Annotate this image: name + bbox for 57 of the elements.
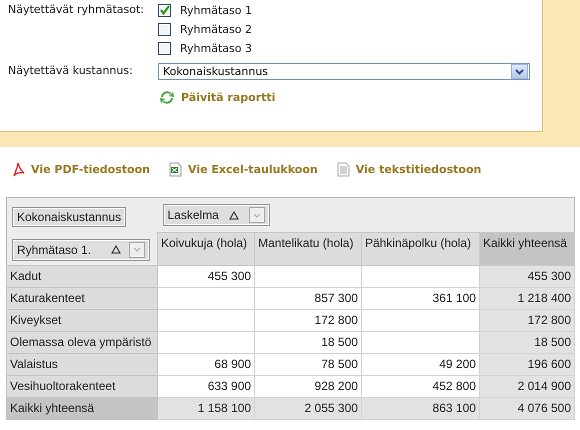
export-link[interactable]: Vie tekstitiedostoon bbox=[336, 159, 482, 179]
table-cell: 2 014 900 bbox=[479, 375, 574, 397]
row-field-chip[interactable]: Ryhmätaso 1. bbox=[12, 238, 150, 260]
pdf-icon bbox=[12, 162, 25, 176]
sort-icon bbox=[228, 210, 239, 220]
table-cell: 455 300 bbox=[479, 265, 574, 287]
table-cell: 452 800 bbox=[361, 375, 480, 397]
table-cell: 18 500 bbox=[254, 331, 362, 353]
table-cell: 196 600 bbox=[479, 353, 574, 375]
export-link[interactable]: Vie PDF-tiedostoon bbox=[12, 159, 150, 179]
field-label: Näytettävät ryhmätasot: bbox=[8, 2, 145, 18]
checkbox[interactable] bbox=[158, 23, 171, 36]
table-cell: 2 055 300 bbox=[254, 397, 362, 419]
column-field-chip[interactable]: Laskelma bbox=[162, 204, 270, 226]
row-header: Kaikki yhteensä bbox=[6, 397, 158, 419]
row-header: Kadut bbox=[6, 265, 158, 287]
table-cell: 49 200 bbox=[361, 353, 480, 375]
table-cell: 4 076 500 bbox=[479, 397, 574, 419]
column-header: Pähkinäpolku (hola) bbox=[361, 232, 480, 265]
caret-icon bbox=[133, 247, 141, 252]
checkbox-label: Ryhmätaso 2 bbox=[180, 23, 252, 36]
row-header: Katurakenteet bbox=[6, 287, 158, 309]
table-cell: 633 900 bbox=[158, 375, 255, 397]
column-header: Kaikki yhteensä bbox=[479, 232, 574, 265]
table-cell: 928 200 bbox=[254, 375, 362, 397]
table-cell: 172 800 bbox=[479, 309, 574, 331]
column-header: Koivukuja (hola) bbox=[158, 232, 255, 265]
table-cell: 78 500 bbox=[254, 353, 362, 375]
row-header: Valaistus bbox=[6, 353, 158, 375]
table-cell: 857 300 bbox=[254, 287, 362, 309]
checkbox-label: Ryhmätaso 3 bbox=[180, 42, 252, 55]
table-cell: 863 100 bbox=[361, 397, 480, 419]
cost-dropdown[interactable]: Kokonaiskustannus bbox=[158, 63, 530, 80]
document-icon bbox=[336, 162, 350, 176]
table-cell: 68 900 bbox=[158, 353, 255, 375]
sort-icon bbox=[111, 245, 121, 254]
row-header: Olemassa oleva ympäristö bbox=[6, 331, 158, 353]
field-label: Näytettävä kustannus: bbox=[8, 63, 134, 79]
refresh-link[interactable]: Päivitä raportti bbox=[159, 90, 276, 105]
spreadsheet-icon bbox=[169, 162, 182, 176]
checkbox[interactable] bbox=[158, 42, 171, 55]
column-header: Mantelikatu (hola) bbox=[254, 232, 362, 265]
row-header: Kiveykset bbox=[6, 309, 158, 331]
caret-icon bbox=[252, 212, 261, 218]
filter-field-chip[interactable]: Kokonaiskustannus bbox=[12, 206, 126, 226]
export-link[interactable]: Vie Excel-taulukkoon bbox=[169, 159, 318, 179]
table-cell: 455 300 bbox=[158, 265, 255, 287]
caret-icon bbox=[515, 68, 524, 74]
table-cell: 1 158 100 bbox=[158, 397, 255, 419]
row-header: Vesihuoltorakenteet bbox=[6, 375, 158, 397]
table-cell: 361 100 bbox=[361, 287, 480, 309]
checkbox-label: Ryhmätaso 1 bbox=[180, 4, 252, 17]
table-cell: 1 218 400 bbox=[479, 287, 574, 309]
checkbox[interactable] bbox=[158, 4, 171, 17]
table-cell: 18 500 bbox=[479, 331, 574, 353]
refresh-icon bbox=[159, 90, 175, 105]
table-cell: 172 800 bbox=[254, 309, 362, 331]
